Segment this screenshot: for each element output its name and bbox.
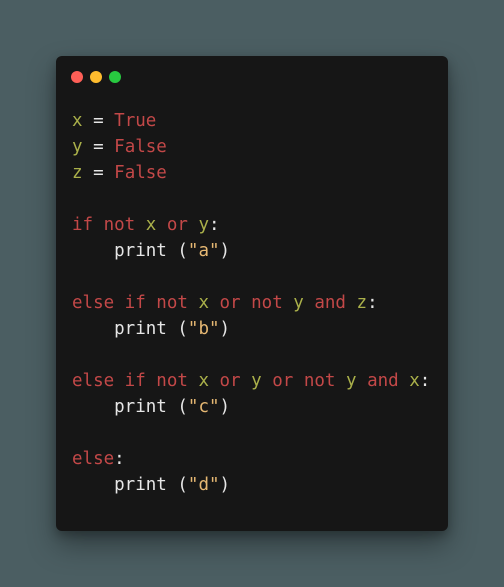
code-token: print ( <box>72 475 188 495</box>
code-token: "b" <box>187 319 220 339</box>
code-token: : <box>114 449 125 469</box>
code-token: else <box>72 449 115 469</box>
code-token: = <box>82 163 115 183</box>
code-token: : <box>419 371 431 391</box>
code-token: y <box>345 371 357 391</box>
code-line: if not x or y: <box>72 212 430 238</box>
code-token: else if not <box>72 371 199 391</box>
code-token: or not <box>261 371 346 391</box>
code-token: z <box>72 163 83 183</box>
code-line: else if not x or y or not y and x: <box>72 368 430 394</box>
code-token: x <box>198 293 209 313</box>
code-token: print ( <box>72 241 188 261</box>
code-token: "a" <box>187 241 220 261</box>
code-token: False <box>114 163 167 183</box>
code-token: True <box>114 111 157 131</box>
minimize-button[interactable] <box>90 71 102 83</box>
code-line: print ("d") <box>72 472 430 498</box>
code-token: x <box>145 215 157 235</box>
code-token: and <box>356 371 410 391</box>
code-token: y <box>293 293 304 313</box>
code-token: ) <box>219 475 231 495</box>
window-controls <box>71 71 121 83</box>
code-token: y <box>198 215 210 235</box>
code-line: print ("a") <box>72 238 430 264</box>
code-token: = <box>82 137 115 157</box>
code-token: "d" <box>187 475 220 495</box>
code-token: x <box>198 371 209 391</box>
code-line: else if not x or not y and z: <box>72 290 430 316</box>
code-token: x <box>409 371 420 391</box>
code-token: y <box>72 137 83 157</box>
code-token: ) <box>219 319 231 339</box>
close-button[interactable] <box>71 71 83 83</box>
code-token: print ( <box>72 397 188 417</box>
code-window: x = True y = False z = False if not x or y… <box>56 56 448 531</box>
code-token: : <box>367 293 378 313</box>
code-line: x = True <box>72 108 430 134</box>
zoom-button[interactable] <box>109 71 121 83</box>
code-token: False <box>114 137 167 157</box>
code-token: or <box>156 215 199 235</box>
code-line: z = False <box>72 160 430 186</box>
code-line: else: <box>72 446 430 472</box>
code-token: : <box>209 215 220 235</box>
code-token: = <box>82 111 115 131</box>
code-token: and <box>303 293 357 313</box>
code-block: x = True y = False z = False if not x or y… <box>72 108 430 498</box>
code-line: print ("b") <box>72 316 430 342</box>
code-token: or not <box>208 293 294 313</box>
code-line: y = False <box>72 134 430 160</box>
code-token: else if not <box>72 293 199 313</box>
code-token: z <box>356 293 368 313</box>
code-token: ) <box>219 241 231 261</box>
code-line: print ("c") <box>72 394 430 420</box>
code-token: if not <box>72 215 146 235</box>
code-token: "c" <box>187 397 220 417</box>
code-token: y <box>251 371 262 391</box>
code-token: ) <box>219 397 231 417</box>
code-token: or <box>208 371 252 391</box>
code-token: print ( <box>72 319 188 339</box>
code-token: x <box>72 111 83 131</box>
